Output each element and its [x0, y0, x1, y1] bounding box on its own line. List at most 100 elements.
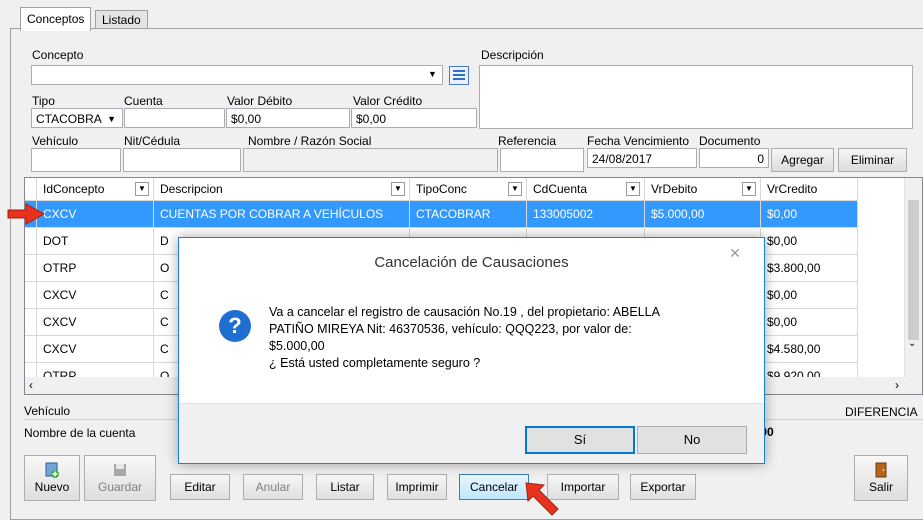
row-header-cell [25, 178, 37, 201]
salir-label: Salir [868, 480, 893, 494]
imprimir-label: Imprimir [395, 480, 439, 494]
column-header[interactable]: VrDebito ▼ [644, 178, 761, 201]
annotation-arrow-icon [525, 482, 559, 516]
cancelar-button[interactable]: Cancelar [459, 474, 529, 500]
table-cell[interactable]: CXCV [36, 281, 154, 309]
cancelar-label: Cancelar [469, 480, 519, 494]
column-header[interactable]: VrCredito [760, 178, 858, 201]
referencia-input[interactable] [500, 148, 584, 172]
table-cell[interactable]: CUENTAS POR COBRAR A VEHÍCULOS [153, 200, 410, 228]
imprimir-button[interactable]: Imprimir [387, 474, 447, 500]
nombre-label: Nombre / Razón Social [248, 134, 372, 148]
vehiculo-label: Vehículo [32, 134, 79, 148]
table-cell[interactable]: $0,00 [760, 227, 858, 255]
chevron-down-icon[interactable]: ▼ [135, 182, 149, 196]
row-header-cell [25, 335, 37, 363]
row-header-cell [25, 254, 37, 282]
column-label: TipoConc [416, 182, 467, 196]
column-header[interactable]: IdConcepto ▼ [36, 178, 154, 201]
eliminar-button[interactable]: Eliminar [838, 148, 907, 172]
save-icon [114, 464, 126, 476]
yes-button[interactable]: Sí [525, 426, 635, 454]
no-button[interactable]: No [637, 426, 747, 454]
new-document-icon [45, 462, 59, 478]
table-cell[interactable]: $5.000,00 [644, 200, 761, 228]
table-row[interactable]: CXCV CUENTAS POR COBRAR A VEHÍCULOS CTACOB… [25, 200, 858, 228]
column-label: VrDebito [651, 182, 698, 196]
nit-input[interactable] [123, 148, 241, 172]
column-header[interactable]: Descripcion ▼ [153, 178, 410, 201]
grid-lookup-icon[interactable] [449, 66, 469, 85]
column-header[interactable]: TipoConc ▼ [409, 178, 527, 201]
row-header-cell [25, 281, 37, 309]
guardar-label: Guardar [97, 480, 143, 494]
documento-input[interactable]: 0 [699, 148, 769, 168]
nuevo-button[interactable]: Nuevo [24, 455, 80, 501]
salir-button[interactable]: Salir [854, 455, 908, 501]
exportar-button[interactable]: Exportar [630, 474, 696, 500]
table-cell[interactable]: CTACOBRAR [409, 200, 527, 228]
nit-label: Nit/Cédula [124, 134, 181, 148]
guardar-button[interactable]: Guardar [84, 455, 156, 501]
chevron-right-icon[interactable]: › [895, 378, 899, 392]
dialog-message-line: $5.000,00 [269, 339, 325, 353]
chevron-down-icon[interactable]: ▼ [626, 182, 640, 196]
table-cell[interactable]: $3.800,00 [760, 254, 858, 282]
table-cell[interactable]: $0,00 [760, 308, 858, 336]
dialog-message-line: Va a cancelar el registro de causación N… [269, 305, 660, 319]
fecha-input[interactable]: 24/08/2017 [587, 148, 697, 168]
chevron-down-icon[interactable]: ▼ [742, 182, 756, 196]
valor-credito-input[interactable]: $0,00 [351, 108, 477, 128]
table-cell[interactable]: $0,00 [760, 200, 858, 228]
nuevo-label: Nuevo [34, 480, 70, 494]
table-cell[interactable]: CXCV [36, 308, 154, 336]
table-cell[interactable]: DOT [36, 227, 154, 255]
anular-button[interactable]: Anular [243, 474, 303, 500]
agregar-button[interactable]: Agregar [771, 148, 834, 172]
tipo-value: CTACOBRA [36, 112, 102, 126]
table-cell[interactable]: OTRP [36, 254, 154, 282]
vertical-scrollbar[interactable]: ⌄ [904, 178, 922, 394]
column-label: VrCredito [767, 182, 818, 196]
table-cell[interactable]: $0,00 [760, 281, 858, 309]
table-cell[interactable]: CXCV [36, 200, 154, 228]
question-icon: ? [219, 310, 251, 342]
chevron-down-icon[interactable]: ▼ [428, 69, 437, 79]
concepto-select[interactable] [31, 65, 443, 85]
vehiculo-footer-label: Vehículo [24, 404, 71, 418]
chevron-down-icon[interactable]: ▼ [391, 182, 405, 196]
confirm-dialog: Cancelación de Causaciones ✕ ? Va a canc… [178, 237, 765, 464]
tipo-label: Tipo [32, 94, 55, 108]
listar-button[interactable]: Listar [316, 474, 374, 500]
table-cell[interactable]: 133005002 [526, 200, 645, 228]
documento-label: Documento [699, 134, 761, 148]
row-header-cell [25, 308, 37, 336]
close-icon[interactable]: ✕ [720, 242, 750, 264]
diferencia-label: DIFERENCIA [845, 405, 918, 419]
editar-button[interactable]: Editar [170, 474, 230, 500]
chevron-left-icon[interactable]: ‹ [29, 378, 33, 392]
table-cell[interactable]: $4.580,00 [760, 335, 858, 363]
table-cell[interactable]: CXCV [36, 335, 154, 363]
chevron-down-icon[interactable]: ⌄ [908, 338, 916, 349]
exportar-label: Exportar [640, 480, 686, 494]
tipo-select[interactable]: CTACOBRA ▼ [31, 108, 123, 128]
tab-conceptos[interactable]: Conceptos [20, 7, 92, 31]
tab-listado[interactable]: Listado [95, 10, 148, 30]
descripcion-textarea[interactable] [479, 65, 913, 129]
chevron-down-icon[interactable]: ▼ [508, 182, 522, 196]
valor-credito-label: Valor Crédito [353, 94, 423, 108]
cuenta-input[interactable] [124, 108, 225, 128]
scrollbar-thumb[interactable] [908, 200, 919, 340]
nombre-cuenta-label: Nombre de la cuenta [24, 426, 136, 440]
anular-label: Anular [255, 480, 291, 494]
editar-label: Editar [184, 480, 216, 494]
chevron-down-icon: ▼ [107, 114, 116, 124]
vehiculo-input[interactable] [31, 148, 121, 172]
dialog-button-bar: Sí No [179, 403, 764, 463]
dialog-message-line: ¿ Está usted completamente seguro ? [269, 356, 481, 370]
dialog-title: Cancelación de Causaciones [374, 254, 569, 271]
concepto-label: Concepto [32, 48, 84, 62]
valor-debito-input[interactable]: $0,00 [226, 108, 350, 128]
column-header[interactable]: CdCuenta ▼ [526, 178, 645, 201]
